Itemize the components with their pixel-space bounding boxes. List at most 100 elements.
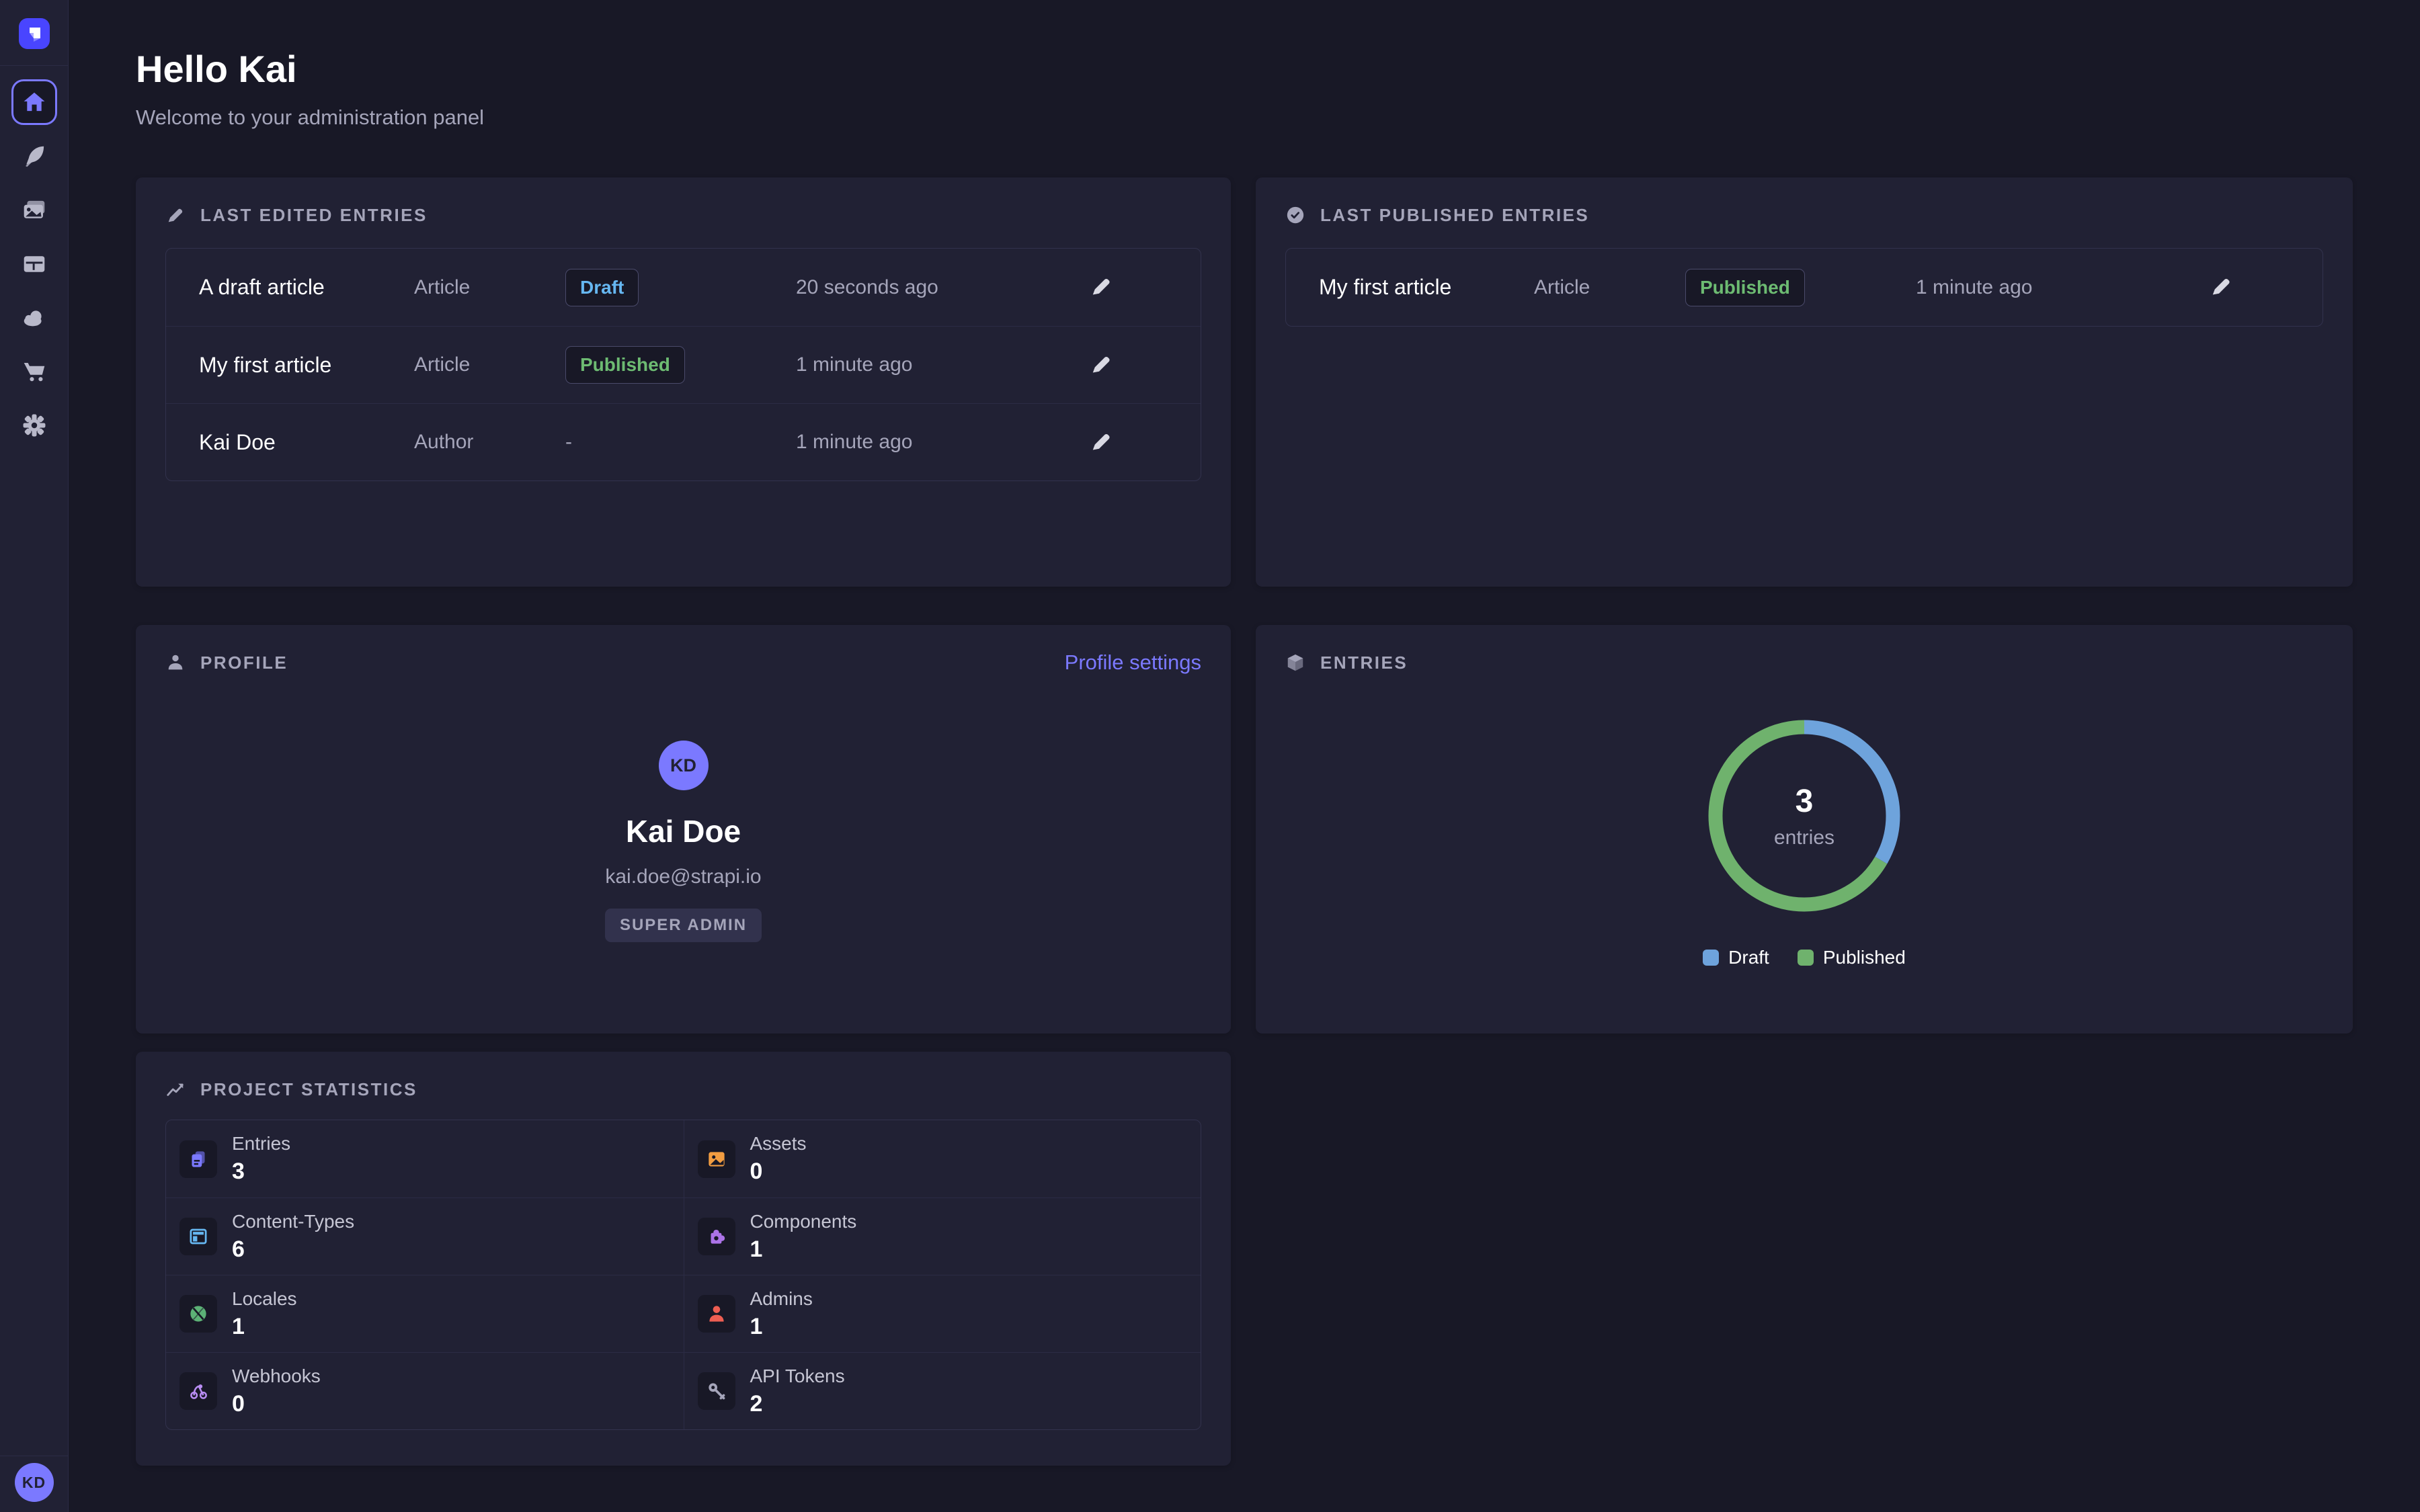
stat-locales: Locales 1: [166, 1275, 684, 1352]
cube-icon: [1285, 653, 1305, 673]
status-badge: Draft: [565, 269, 639, 306]
documents-icon: [179, 1140, 217, 1178]
entries-donut-chart: 3 entries: [1703, 715, 1905, 917]
trend-icon: [165, 1079, 186, 1099]
sidebar-item-content-manager[interactable]: [21, 143, 48, 170]
entry-name: Kai Doe: [199, 430, 414, 455]
status-none: -: [565, 431, 796, 454]
legend-label: Published: [1823, 947, 1906, 968]
sidebar-item-content-type-builder[interactable]: [21, 251, 48, 278]
status-badge: Published: [565, 346, 685, 384]
table-row[interactable]: My first article Article Published 1 min…: [1286, 249, 2323, 326]
page-title: Hello Kai: [136, 47, 484, 91]
cloud-icon: [21, 304, 48, 332]
table-row[interactable]: Kai Doe Author - 1 minute ago: [166, 403, 1201, 480]
entry-kind: Article: [414, 276, 565, 299]
last-edited-table: A draft article Article Draft 20 seconds…: [165, 248, 1201, 481]
status-badge: Published: [1685, 269, 1805, 306]
entries-count-label: entries: [1774, 827, 1834, 849]
stat-label: Webhooks: [232, 1366, 321, 1387]
edit-entry-button[interactable]: [1086, 350, 1115, 380]
edit-entry-button[interactable]: [2206, 273, 2235, 302]
stat-value: 1: [232, 1314, 297, 1340]
entry-name: My first article: [1319, 275, 1534, 300]
webhook-icon: [179, 1372, 217, 1410]
admin-person-icon: [698, 1295, 735, 1333]
panel-title: PROJECT STATISTICS: [200, 1079, 417, 1100]
stat-label: Entries: [232, 1133, 290, 1154]
entry-kind: Article: [414, 353, 565, 376]
panel-project-statistics: PROJECT STATISTICS Entries 3: [136, 1052, 1231, 1466]
panel-last-edited-entries: LAST EDITED ENTRIES A draft article Arti…: [136, 177, 1231, 587]
sidebar-item-media-library[interactable]: [21, 197, 48, 224]
person-icon: [165, 653, 186, 673]
panel-title: LAST PUBLISHED ENTRIES: [1320, 205, 1589, 226]
sidebar-divider-top: [0, 65, 69, 66]
profile-body: KD Kai Doe kai.doe@strapi.io SUPER ADMIN: [165, 673, 1201, 942]
puzzle-icon: [698, 1218, 735, 1255]
feather-icon: [21, 143, 48, 170]
legend-swatch-draft: [1703, 950, 1719, 966]
legend-item-draft: Draft: [1703, 947, 1769, 968]
panel-entries-chart: ENTRIES 3 entries Draft Published: [1256, 625, 2353, 1034]
stat-label: Locales: [232, 1288, 297, 1310]
stat-label: Components: [750, 1211, 857, 1232]
last-published-table: My first article Article Published 1 min…: [1285, 248, 2323, 327]
entries-count: 3: [1796, 783, 1814, 820]
profile-name: Kai Doe: [626, 813, 741, 849]
pencil-icon: [2207, 273, 2234, 300]
profile-settings-link[interactable]: Profile settings: [1065, 650, 1201, 675]
stat-value: 3: [232, 1159, 290, 1185]
stat-value: 2: [750, 1391, 845, 1417]
stat-value: 1: [750, 1314, 813, 1340]
strapi-dashboard: { "colors": { "background": "#181826", "…: [0, 0, 2420, 1512]
profile-email: kai.doe@strapi.io: [605, 866, 761, 888]
profile-avatar: KD: [659, 741, 709, 790]
stat-components: Components 1: [684, 1198, 1201, 1275]
legend-swatch-published: [1798, 950, 1814, 966]
home-icon: [22, 89, 47, 115]
stat-label: Content-Types: [232, 1211, 354, 1232]
stat-entries: Entries 3: [166, 1120, 684, 1198]
cart-icon: [21, 358, 48, 385]
entry-time: 1 minute ago: [796, 431, 1086, 454]
stat-label: Admins: [750, 1288, 813, 1310]
pencil-icon: [1087, 273, 1114, 300]
pencil-icon: [165, 205, 186, 225]
edit-entry-button[interactable]: [1086, 427, 1115, 457]
sidebar-user-avatar[interactable]: KD: [15, 1463, 54, 1502]
page-header: Hello Kai Welcome to your administration…: [136, 47, 484, 130]
check-circle-icon: [1285, 205, 1305, 225]
stat-value: 0: [232, 1391, 321, 1417]
entry-time: 1 minute ago: [796, 353, 1086, 376]
strapi-logo-icon: [24, 24, 44, 44]
pencil-icon: [1087, 351, 1114, 378]
sidebar-bottom: KD: [0, 1456, 69, 1512]
sidebar-item-deploy[interactable]: [21, 304, 48, 331]
sidebar-item-marketplace[interactable]: [21, 358, 48, 385]
profile-role-badge: SUPER ADMIN: [605, 909, 762, 942]
globe-icon: [179, 1295, 217, 1333]
layout-blue-icon: [179, 1218, 217, 1255]
stats-table: Entries 3 Assets 0: [165, 1120, 1201, 1430]
stat-content-types: Content-Types 6: [166, 1198, 684, 1275]
sidebar-item-home[interactable]: [11, 79, 57, 125]
stat-webhooks: Webhooks 0: [166, 1352, 684, 1429]
chart-legend: Draft Published: [1285, 947, 2323, 968]
gear-icon: [21, 412, 48, 439]
stat-value: 1: [750, 1236, 857, 1263]
entry-name: A draft article: [199, 275, 414, 300]
edit-entry-button[interactable]: [1086, 273, 1115, 302]
layout-icon: [21, 251, 48, 278]
donut-center: 3 entries: [1703, 715, 1905, 917]
entry-kind: Author: [414, 431, 565, 454]
page-subtitle: Welcome to your administration panel: [136, 106, 484, 130]
sidebar-item-settings[interactable]: [21, 412, 48, 439]
table-row[interactable]: My first article Article Published 1 min…: [166, 326, 1201, 403]
table-row[interactable]: A draft article Article Draft 20 seconds…: [166, 249, 1201, 326]
panel-title: ENTRIES: [1320, 653, 1408, 673]
panel-title: PROFILE: [200, 653, 288, 673]
entry-name: My first article: [199, 353, 414, 378]
panel-last-published-entries: LAST PUBLISHED ENTRIES My first article …: [1256, 177, 2353, 587]
strapi-logo: [19, 18, 50, 49]
